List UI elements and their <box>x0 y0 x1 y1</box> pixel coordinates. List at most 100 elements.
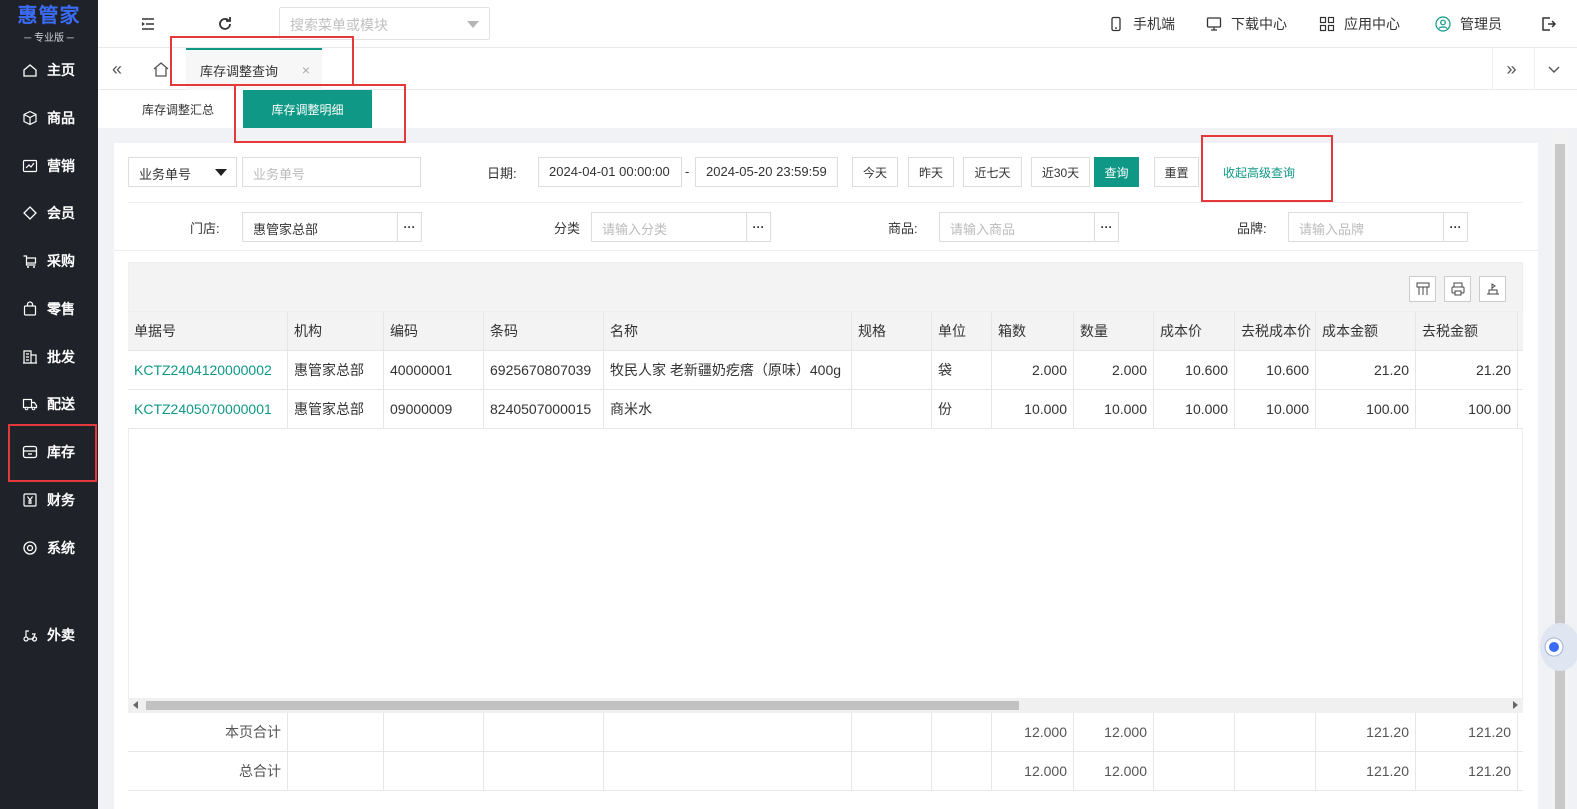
total-cell: 121.20 <box>1416 752 1518 790</box>
total-cell <box>932 752 992 790</box>
logo-title: 惠管家 <box>17 4 81 27</box>
brand-input[interactable]: 请输入品牌 <box>1288 212 1444 242</box>
vertical-scroll-thumb[interactable] <box>1555 144 1565 809</box>
yesterday-button[interactable]: 昨天 <box>908 157 954 187</box>
sidebar-item-0[interactable]: 主页 <box>8 48 96 92</box>
category-label: 分类 <box>554 221 581 236</box>
sidebar-item-label: 营销 <box>47 158 75 174</box>
sidebar-item-6[interactable]: 批发 <box>8 335 96 379</box>
total-cell <box>604 713 852 751</box>
field-select[interactable]: 业务单号 <box>128 157 237 187</box>
total-cell: 121.20 <box>1316 713 1416 751</box>
table-cell: 10.600 <box>1154 351 1235 389</box>
cart-icon <box>22 253 38 269</box>
tabs-scroll-left-icon[interactable]: « <box>98 48 136 90</box>
user-menu[interactable]: 管理员 <box>1435 0 1502 48</box>
tabs-scroll-right-icon[interactable]: » <box>1492 48 1530 90</box>
column-settings-icon[interactable] <box>1409 276 1436 302</box>
subtab-summary-label: 库存调整汇总 <box>141 102 214 117</box>
bag-icon <box>22 301 38 317</box>
export-icon[interactable] <box>1479 276 1506 302</box>
highlight-inventory-menu <box>8 424 97 482</box>
total-cell: 12.000 <box>992 713 1074 751</box>
date-label: 日期: <box>487 166 517 181</box>
tabs-dropdown-icon[interactable] <box>1534 48 1572 90</box>
table-cell: 21.20 <box>1416 351 1518 389</box>
sidebar-item-2[interactable]: 营销 <box>8 144 96 188</box>
last-7-days-button[interactable]: 近七天 <box>963 157 1022 187</box>
print-icon[interactable] <box>1444 276 1471 302</box>
table-cell: 21.20 <box>1316 351 1416 389</box>
reset-button[interactable]: 重置 <box>1154 157 1199 187</box>
query-button[interactable]: 查询 <box>1094 157 1139 187</box>
total-cell <box>604 752 852 790</box>
table-row[interactable]: KCTZ2405070000001 惠管家总部 09000009 8240507000… <box>128 390 1523 429</box>
column-header[interactable]: 去税金额 <box>1416 312 1518 350</box>
today-button[interactable]: 今天 <box>852 157 898 187</box>
product-picker-button[interactable]: ··· <box>1094 212 1119 242</box>
brand-label: 品牌: <box>1237 221 1267 236</box>
table-cell: 牧民人家 老新疆奶疙瘩（原味）400g <box>604 351 852 389</box>
date-to-input[interactable]: 2024-05-20 23:59:59 <box>695 157 838 187</box>
cube-icon <box>22 110 38 126</box>
store-picker-button[interactable]: ··· <box>397 212 422 242</box>
order-number-link[interactable]: KCTZ2404120000002 <box>128 351 288 389</box>
horizontal-scrollbar[interactable] <box>128 698 1523 713</box>
total-cell <box>1154 752 1235 790</box>
table-cell <box>852 390 932 428</box>
column-header[interactable]: 编码 <box>384 312 484 350</box>
vertical-scrollbar[interactable] <box>1553 130 1567 809</box>
sidebar-item-10[interactable]: 系统 <box>8 526 96 570</box>
sidebar-item-1[interactable]: 商品 <box>8 96 96 140</box>
refresh-icon[interactable] <box>215 14 235 34</box>
column-header[interactable]: 去税成本价 <box>1235 312 1316 350</box>
column-header[interactable]: 数量 <box>1074 312 1154 350</box>
logo: 惠管家 ─ 专业版 ─ <box>0 0 98 48</box>
product-input[interactable]: 请输入商品 <box>939 212 1095 242</box>
truck-icon <box>22 396 38 412</box>
sidebar-item-9[interactable]: 财务 <box>8 478 96 522</box>
order-number-input[interactable]: 业务单号 <box>242 157 421 187</box>
assistant-robot-icon[interactable] <box>1538 615 1577 675</box>
mobile-link[interactable]: 手机端 <box>1108 0 1175 48</box>
column-header[interactable]: 单位 <box>932 312 992 350</box>
date-from-input[interactable]: 2024-04-01 00:00:00 <box>538 157 682 187</box>
apps-grid-icon <box>1319 16 1335 32</box>
yen-icon <box>22 492 38 508</box>
sidebar-item-11[interactable]: 外卖 <box>8 613 96 657</box>
menu-toggle-icon[interactable] <box>138 14 158 34</box>
sidebar-item-3[interactable]: 会员 <box>8 191 96 235</box>
sidebar-item-7[interactable]: 配送 <box>8 382 96 426</box>
download-center-link[interactable]: 下载中心 <box>1206 0 1287 48</box>
scroll-right-icon[interactable] <box>1513 701 1518 709</box>
logo-subtitle: ─ 专业版 ─ <box>24 32 74 44</box>
sidebar-item-4[interactable]: 采购 <box>8 239 96 283</box>
table-row[interactable]: KCTZ2404120000002 惠管家总部 40000001 6925670807… <box>128 351 1523 390</box>
user-name: 管理员 <box>1460 16 1502 32</box>
brand-picker-button[interactable]: ··· <box>1443 212 1468 242</box>
column-header[interactable]: 成本金额 <box>1316 312 1416 350</box>
column-header[interactable]: 箱数 <box>992 312 1074 350</box>
column-header[interactable]: 名称 <box>604 312 852 350</box>
column-header[interactable]: 机构 <box>288 312 384 350</box>
sidebar-item-label: 系统 <box>47 540 75 556</box>
category-input[interactable]: 请输入分类 <box>591 212 747 242</box>
category-picker-button[interactable]: ··· <box>746 212 771 242</box>
mobile-icon <box>1111 16 1121 32</box>
horizontal-scroll-thumb[interactable] <box>146 701 1019 710</box>
last-30-days-button[interactable]: 近30天 <box>1031 157 1090 187</box>
app-center-link[interactable]: 应用中心 <box>1319 0 1400 48</box>
column-header[interactable]: 单据号 <box>128 312 288 350</box>
column-header[interactable]: 条码 <box>484 312 604 350</box>
scroll-left-icon[interactable] <box>133 701 138 709</box>
user-icon <box>1435 16 1451 32</box>
order-number-link[interactable]: KCTZ2405070000001 <box>128 390 288 428</box>
column-header[interactable]: 规格 <box>852 312 932 350</box>
logout-icon[interactable] <box>1538 14 1558 34</box>
store-input[interactable]: 惠管家总部 <box>242 212 398 242</box>
sidebar-item-label: 零售 <box>47 301 75 317</box>
subtab-summary[interactable]: 库存调整汇总 <box>128 90 228 128</box>
sidebar-item-5[interactable]: 零售 <box>8 287 96 331</box>
column-header[interactable]: 成本价 <box>1154 312 1235 350</box>
total-cell: 121.20 <box>1316 752 1416 790</box>
